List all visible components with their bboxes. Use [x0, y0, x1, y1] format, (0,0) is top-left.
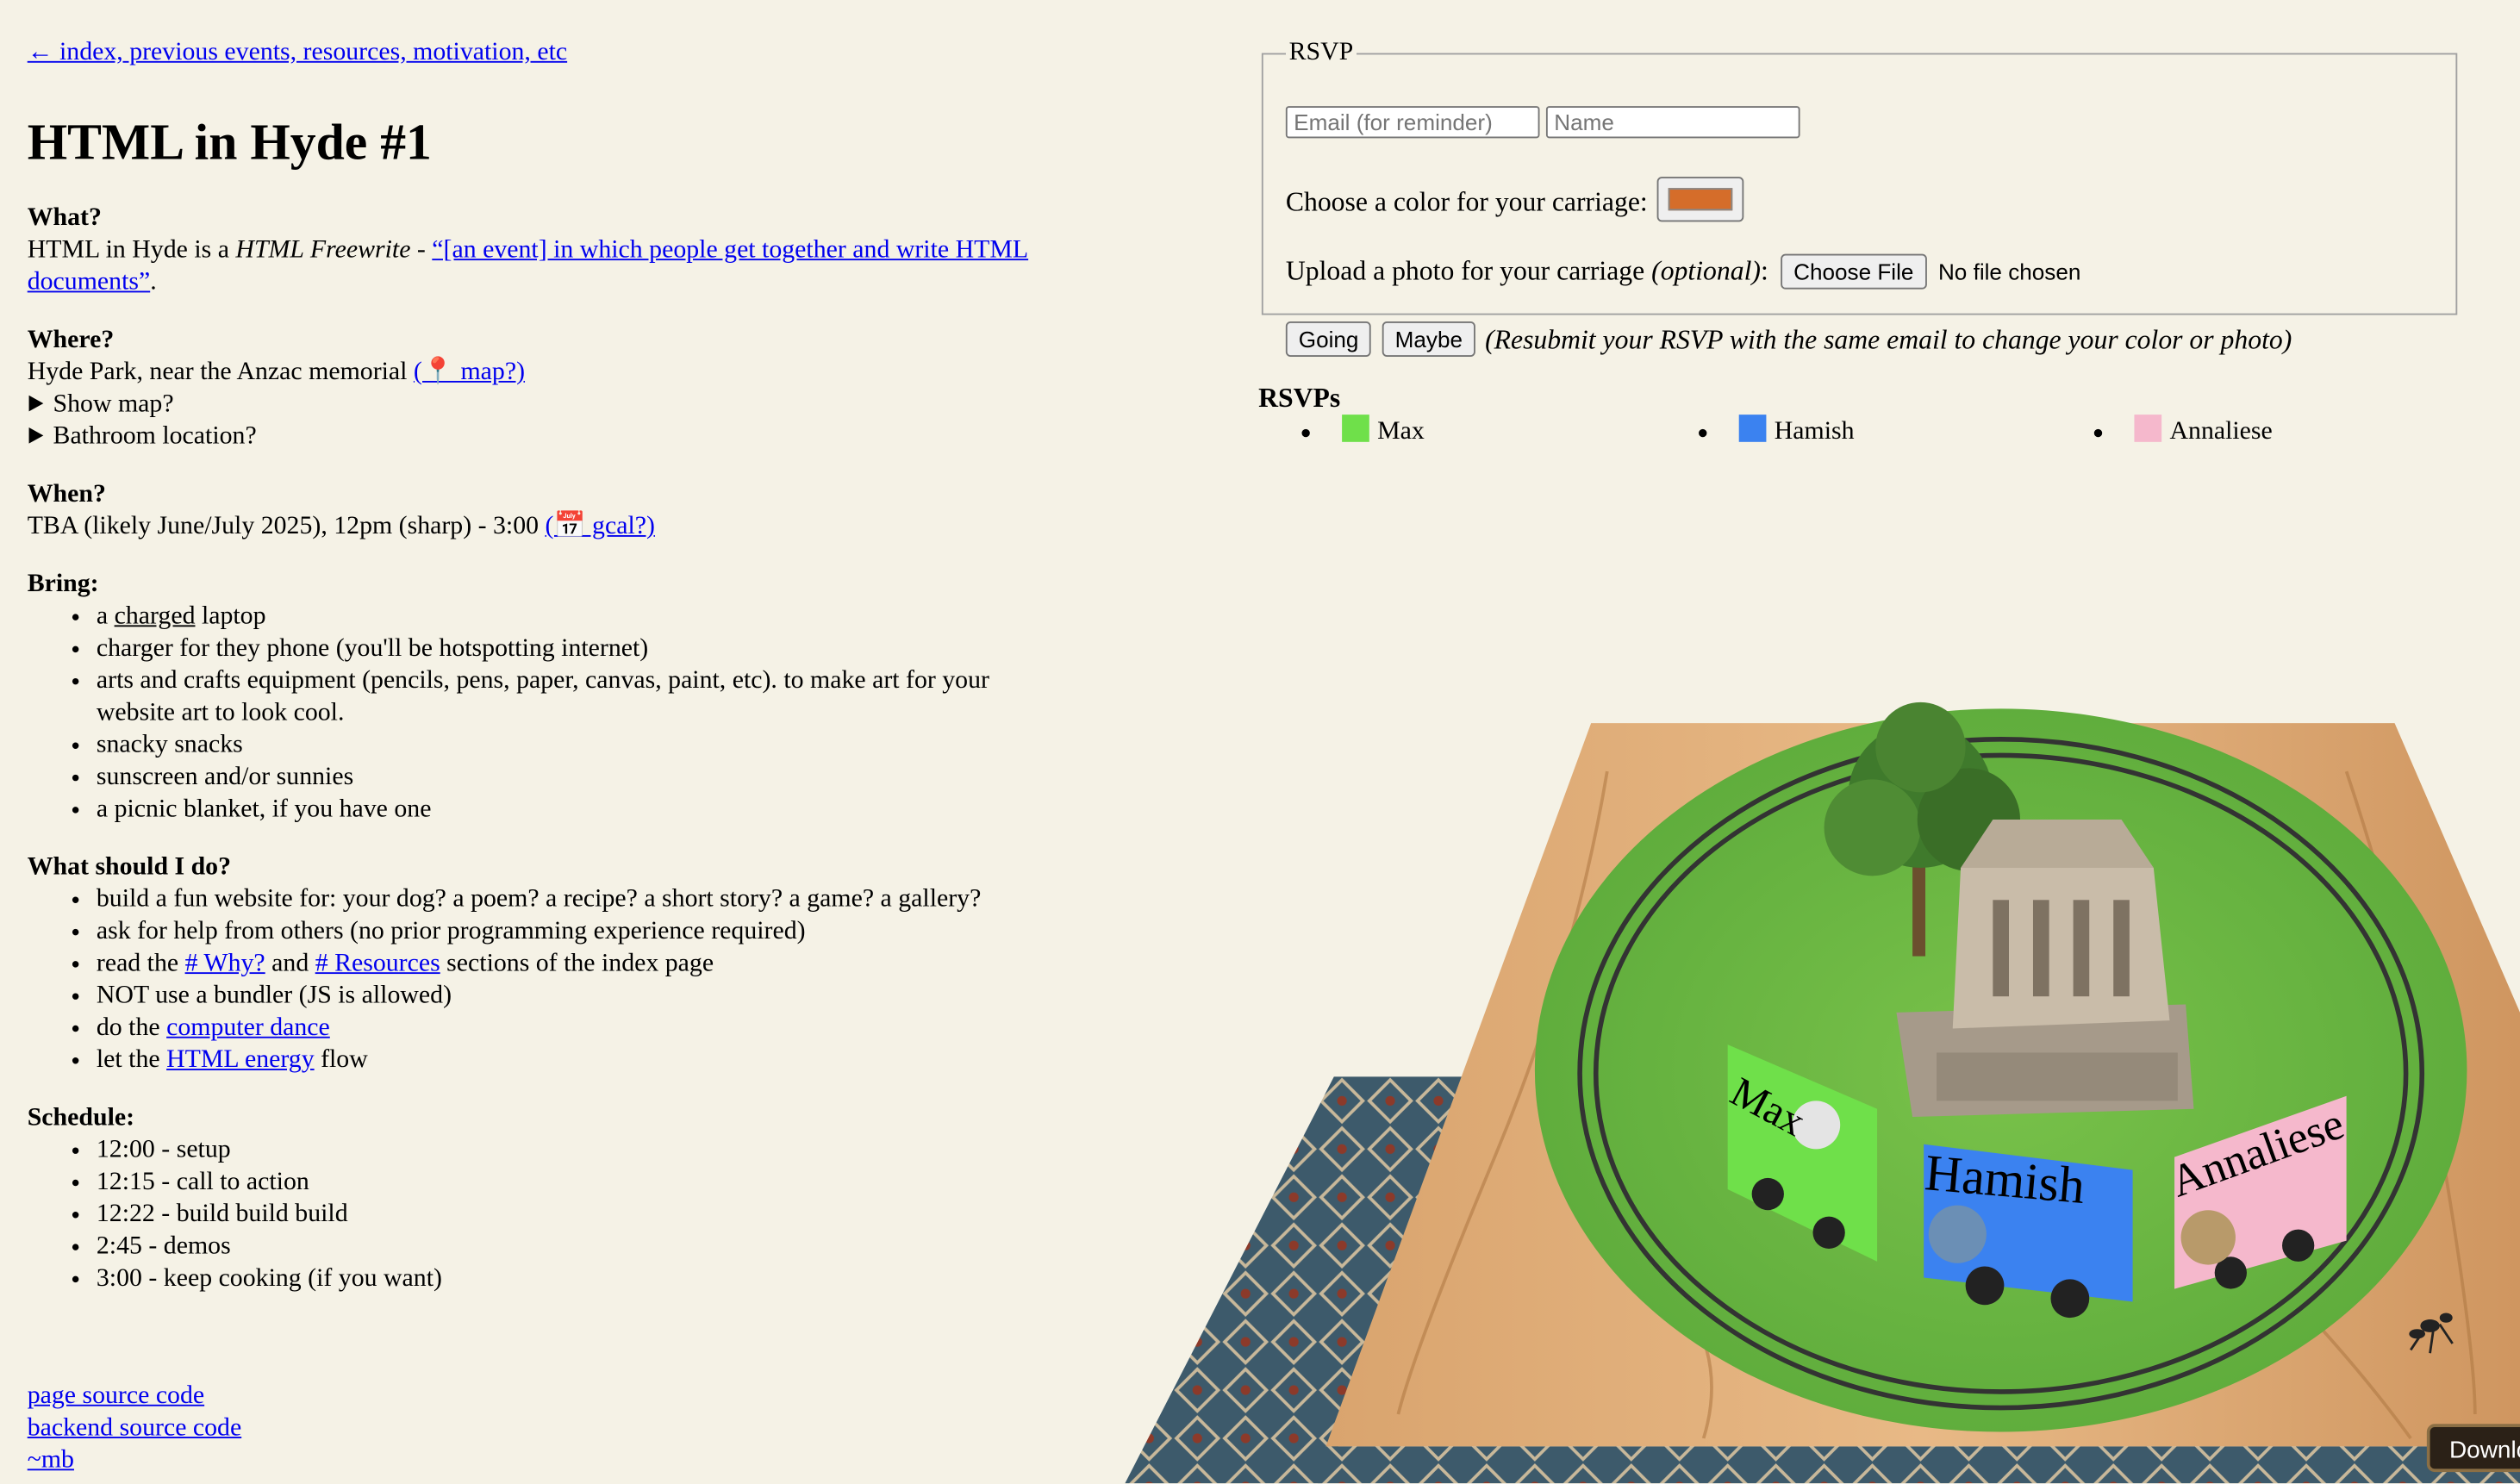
list-item: NOT use a bundler (JS is allowed) — [97, 981, 1152, 1013]
list-item: build a fun website for: your dog? a poe… — [97, 884, 1152, 916]
photo-label: Upload a photo for your carriage (option… — [1285, 255, 1768, 286]
color-swatch — [2134, 415, 2162, 442]
list-item: let the HTML energy flow — [97, 1044, 1152, 1076]
where-section: Where? Hyde Park, near the Anzac memoria… — [28, 325, 1152, 453]
avatar — [2180, 1210, 2236, 1265]
list-item: 12:15 - call to action — [97, 1167, 1152, 1199]
list-item: read the # Why? and # Resources sections… — [97, 948, 1152, 980]
list-item: 2:45 - demos — [97, 1231, 1152, 1263]
bathroom-location-toggle[interactable]: Bathroom location? — [28, 421, 1152, 453]
rsvp-annaliese: Annaliese — [2093, 415, 2273, 448]
bring-section: Bring: a charged laptop charger for they… — [28, 569, 1152, 826]
list-item: ask for help from others (no prior progr… — [97, 916, 1152, 948]
color-swatch — [1738, 415, 1767, 442]
rsvp-form: RSVP Choose a color for your carriage: U… — [1261, 38, 2458, 357]
rsvp-name: Annaliese — [2169, 417, 2273, 446]
rsvp-name: Hamish — [1774, 417, 1855, 446]
list-item: 12:00 - setup — [97, 1135, 1152, 1167]
bullet-icon — [1699, 428, 1707, 438]
where-heading: Where? — [27, 326, 115, 354]
rsvp-max: Max — [1301, 415, 1425, 448]
footer-links: page source code backend source code ~mb — [28, 1381, 242, 1477]
where-text: Hyde Park, near the Anzac memorial — [27, 358, 414, 386]
list-item: arts and crafts equipment (pencils, pens… — [97, 665, 1061, 730]
list-item: do the computer dance — [97, 1013, 1152, 1044]
name-input[interactable] — [1545, 106, 1800, 139]
gcal-link[interactable]: (📅 gcal?) — [546, 513, 655, 540]
schedule-list: 12:00 - setup 12:15 - call to action 12:… — [28, 1135, 1152, 1295]
todo-section: What should I do? build a fun website fo… — [28, 851, 1152, 1076]
list-item: 12:22 - build build build — [97, 1199, 1152, 1231]
list-item: snacky snacks — [97, 730, 1152, 762]
avatar — [1928, 1205, 1987, 1263]
download-button[interactable]: Download — [2426, 1424, 2520, 1473]
home-link[interactable]: ~mb — [28, 1444, 242, 1476]
maybe-button[interactable]: Maybe — [1382, 321, 1475, 357]
bullet-icon — [2093, 428, 2103, 438]
rsvp-name: Max — [1377, 417, 1425, 446]
what-heading: What? — [27, 203, 102, 232]
resources-link[interactable]: # Resources — [315, 950, 440, 977]
what-emphasis: HTML Freewrite — [235, 236, 411, 264]
disclosure-triangle-icon — [28, 395, 44, 412]
resubmit-note: (Resubmit your RSVP with the same email … — [1485, 324, 2292, 356]
color-label: Choose a color for your carriage: — [1285, 186, 1648, 217]
charged-word: charged — [114, 602, 196, 631]
what-dash: - — [410, 236, 433, 264]
map-link[interactable]: (📍 map?) — [414, 359, 525, 386]
disclosure-triangle-icon — [28, 427, 44, 444]
email-input[interactable] — [1285, 106, 1540, 139]
todo-list: build a fun website for: your dog? a poe… — [28, 884, 1152, 1077]
backend-source-link[interactable]: backend source code — [28, 1412, 242, 1444]
carriage-color-picker[interactable] — [1656, 177, 1744, 222]
page-title: HTML in Hyde #1 — [27, 112, 432, 171]
bring-list: a charged laptop charger for they phone … — [28, 601, 1152, 826]
computer-dance-link[interactable]: computer dance — [166, 1014, 330, 1042]
rsvps-heading: RSVPs — [1258, 382, 1341, 414]
bathroom-label: Bathroom location? — [53, 422, 257, 451]
list-item: sunscreen and/or sunnies — [97, 762, 1152, 794]
show-map-label: Show map? — [53, 390, 174, 418]
list-item: 3:00 - keep cooking (if you want) — [97, 1263, 1152, 1295]
what-text: HTML in Hyde is a — [27, 236, 236, 264]
bring-heading: Bring: — [27, 571, 99, 598]
list-item: charger for they phone (you'll be hotspo… — [97, 633, 1152, 665]
schedule-heading: Schedule: — [27, 1104, 135, 1132]
list-item: a picnic blanket, if you have one — [97, 794, 1152, 826]
schedule-section: Schedule: 12:00 - setup 12:15 - call to … — [28, 1102, 1152, 1295]
why-link[interactable]: # Why? — [185, 950, 265, 977]
what-end: . — [150, 268, 157, 296]
page-source-link[interactable]: page source code — [28, 1381, 242, 1412]
color-swatch — [1342, 415, 1369, 442]
rsvp-hamish: Hamish — [1699, 415, 1855, 448]
back-to-index-link[interactable]: ← index, previous events, resources, mot… — [28, 37, 567, 69]
color-swatch — [1668, 188, 1733, 211]
choose-file-button[interactable]: Choose File — [1781, 253, 1927, 290]
what-section: What? HTML in Hyde is a HTML Freewrite -… — [28, 203, 1152, 299]
rsvp-legend: RSVP — [1288, 38, 1354, 66]
when-section: When? TBA (likely June/July 2025), 12pm … — [28, 479, 1152, 544]
list-item: a charged laptop — [97, 601, 1152, 633]
show-map-toggle[interactable]: Show map? — [28, 389, 1152, 421]
when-text: TBA (likely June/July 2025), 12pm (sharp… — [27, 512, 546, 540]
when-heading: When? — [27, 480, 106, 508]
todo-heading: What should I do? — [27, 853, 232, 881]
park-train-scene: Max Hamish Annaliese — [1125, 701, 2520, 1484]
event-info: ← index, previous events, resources, mot… — [28, 32, 1152, 1321]
html-energy-link[interactable]: HTML energy — [166, 1046, 315, 1074]
bullet-icon — [1301, 428, 1310, 438]
going-button[interactable]: Going — [1285, 321, 1372, 357]
no-file-chosen-text: No file chosen — [1937, 259, 2081, 285]
